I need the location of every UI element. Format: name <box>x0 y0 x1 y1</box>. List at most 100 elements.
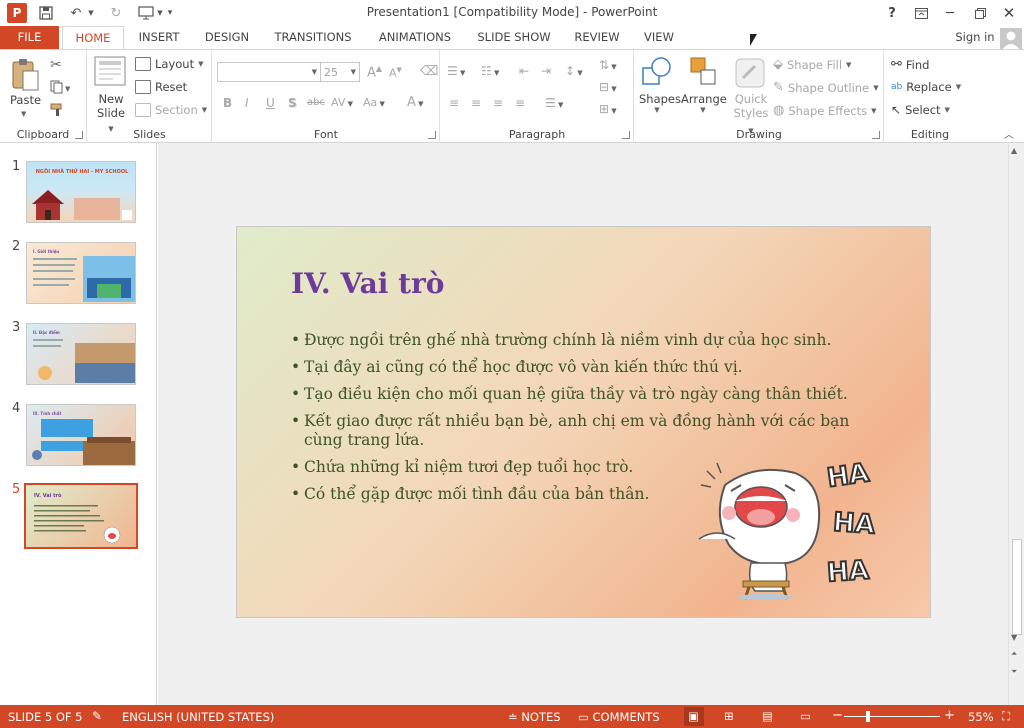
shape-fill-button[interactable]: ⬙ Shape Fill ▼ <box>773 57 851 72</box>
layout-button[interactable]: Layout ▼ <box>135 57 203 71</box>
drawing-launcher-icon[interactable] <box>872 131 880 139</box>
arrange-button[interactable]: Arrange ▼ <box>681 92 727 114</box>
shapes-button[interactable]: Shapes ▼ <box>639 92 681 114</box>
shape-effects-button[interactable]: ◍ Shape Effects ▼ <box>773 103 877 118</box>
comments-button[interactable]: ▭ COMMENTS <box>578 710 660 724</box>
font-size-box[interactable]: 25 ▼ <box>320 62 360 82</box>
reading-view-icon[interactable]: ▤ <box>762 709 773 723</box>
tab-transitions[interactable]: TRANSITIONS <box>270 26 356 50</box>
align-text-icon[interactable]: ⊟ ▼ <box>599 80 617 94</box>
underline-button[interactable]: U <box>266 96 275 110</box>
increase-indent-icon[interactable]: ⇥ <box>541 64 551 78</box>
arrange-icon[interactable] <box>689 56 719 91</box>
text-direction-icon[interactable]: ⇅ ▼ <box>599 58 617 72</box>
start-from-beginning-icon[interactable] <box>136 3 156 23</box>
clear-formatting-icon[interactable]: ⌫ <box>420 64 438 79</box>
slide-thumbnail-3[interactable]: II. Đặc điểm <box>26 323 136 385</box>
font-launcher-icon[interactable] <box>428 131 436 139</box>
slide-title[interactable]: IV. Vai trò <box>291 267 444 300</box>
shape-outline-button[interactable]: ✎ Shape Outline ▼ <box>773 80 879 95</box>
paste-dropdown-icon[interactable]: ▼ <box>21 110 26 118</box>
bullets-icon[interactable]: ☰ ▼ <box>447 64 465 78</box>
help-icon[interactable]: ? <box>878 2 906 24</box>
format-painter-icon[interactable] <box>50 103 66 120</box>
slide-thumbnail-4[interactable]: III. Tính chất <box>26 404 136 466</box>
slide-show-icon[interactable]: ▭ <box>800 709 811 723</box>
columns-icon[interactable]: ☰ ▼ <box>545 96 563 110</box>
scroll-down-icon[interactable]: ▼ <box>1011 633 1017 642</box>
font-color-button[interactable]: A ▼ <box>407 95 424 110</box>
paragraph-launcher-icon[interactable] <box>622 131 630 139</box>
minimize-icon[interactable]: ─ <box>936 2 964 24</box>
shrink-font-icon[interactable]: A▼ <box>389 66 402 80</box>
align-center-icon[interactable]: ≡ <box>471 96 481 110</box>
quick-styles-icon[interactable] <box>735 58 765 91</box>
undo-dropdown-icon[interactable]: ▼ <box>86 3 96 23</box>
close-icon[interactable]: ✕ <box>995 2 1023 24</box>
zoom-slider-track[interactable] <box>844 716 940 717</box>
avatar-icon[interactable] <box>1000 28 1022 50</box>
scrollbar-thumb[interactable] <box>1012 539 1022 635</box>
clipboard-launcher-icon[interactable] <box>75 131 83 139</box>
tab-animations[interactable]: ANIMATIONS <box>372 26 458 50</box>
select-button[interactable]: ↖ Select ▼ <box>891 103 950 117</box>
language-indicator[interactable]: ENGLISH (UNITED STATES) <box>122 710 274 724</box>
section-button[interactable]: Section ▼ <box>135 103 207 117</box>
zoom-in-button[interactable]: + <box>944 708 955 723</box>
change-case-button[interactable]: Aa ▼ <box>363 96 385 109</box>
italic-button[interactable]: I <box>245 96 249 110</box>
redo-icon[interactable]: ↻ <box>106 3 126 23</box>
ribbon-display-options-icon[interactable] <box>907 2 935 24</box>
notes-button[interactable]: ≐ NOTES <box>508 710 561 724</box>
grow-font-icon[interactable]: A▲ <box>367 64 382 80</box>
collapse-ribbon-icon[interactable]: ︿ <box>1004 126 1014 141</box>
undo-icon[interactable]: ↶ <box>66 3 86 23</box>
font-name-box[interactable]: ▼ <box>217 62 321 82</box>
fit-slide-icon[interactable]: ⛶ <box>1002 709 1010 724</box>
customize-qat-icon[interactable]: ▾ <box>164 3 176 23</box>
scroll-up-icon[interactable]: ▲ <box>1011 146 1017 155</box>
decrease-indent-icon[interactable]: ⇤ <box>519 64 529 78</box>
justify-icon[interactable]: ≡ <box>515 96 525 110</box>
zoom-slider-thumb[interactable] <box>866 711 870 722</box>
align-left-icon[interactable]: ≡ <box>449 96 459 110</box>
slide-sorter-icon[interactable]: ⊞ <box>724 709 734 723</box>
tab-file[interactable]: FILE <box>0 26 59 50</box>
tab-home[interactable]: HOME <box>62 26 124 51</box>
slide-thumbnail-5[interactable]: IV. Vai trò <box>24 483 138 549</box>
align-right-icon[interactable]: ≡ <box>493 96 503 110</box>
character-spacing-button[interactable]: AV ▼ <box>331 96 353 109</box>
zoom-out-button[interactable]: − <box>832 708 843 723</box>
find-button[interactable]: ⚯ Find <box>891 57 929 72</box>
new-slide-icon[interactable] <box>94 56 126 89</box>
strikethrough-button[interactable]: abc <box>307 97 325 108</box>
save-icon[interactable] <box>36 3 56 23</box>
tab-insert[interactable]: INSERT <box>133 26 185 50</box>
tab-slide-show[interactable]: SLIDE SHOW <box>474 26 554 50</box>
paste-button[interactable]: Paste <box>10 93 41 107</box>
next-slide-icon[interactable]: ⏷ <box>1011 667 1017 677</box>
shadow-button[interactable]: S <box>288 96 297 110</box>
reset-button[interactable]: Reset <box>135 80 187 94</box>
restore-icon[interactable] <box>966 2 994 24</box>
presentation-dropdown-icon[interactable]: ▼ <box>156 3 164 23</box>
sign-in-link[interactable]: Sign in <box>950 26 1000 50</box>
slide-canvas[interactable]: IV. Vai trò Được ngồi trên ghế nhà trườn… <box>236 226 931 618</box>
powerpoint-logo-icon[interactable]: P <box>7 3 27 23</box>
tab-design[interactable]: DESIGN <box>200 26 254 50</box>
zoom-level[interactable]: 55% <box>968 710 994 724</box>
cut-icon[interactable]: ✂ <box>50 57 62 73</box>
line-spacing-icon[interactable]: ↕ ▼ <box>565 64 583 78</box>
slide-thumbnail-2[interactable]: I. Giới thiệu <box>26 242 136 304</box>
slide-counter[interactable]: SLIDE 5 OF 5 <box>8 710 83 724</box>
spell-check-icon[interactable]: ✎ <box>92 709 102 723</box>
tab-review[interactable]: REVIEW <box>570 26 624 50</box>
laughing-sticker[interactable]: HA HA HA <box>695 457 895 602</box>
slide-thumbnail-1[interactable]: NGÔI NHÀ THỨ HAI - MY SCHOOL <box>26 161 136 223</box>
smartart-icon[interactable]: ⊞ ▼ <box>599 102 617 116</box>
previous-slide-icon[interactable]: ⏶ <box>1011 649 1017 659</box>
numbering-icon[interactable]: ☷ ▼ <box>481 64 499 78</box>
paste-icon[interactable] <box>10 58 40 95</box>
bold-button[interactable]: B <box>223 96 232 110</box>
vertical-scrollbar[interactable]: ▲ ▼ ⏶ ⏷ <box>1008 143 1024 705</box>
